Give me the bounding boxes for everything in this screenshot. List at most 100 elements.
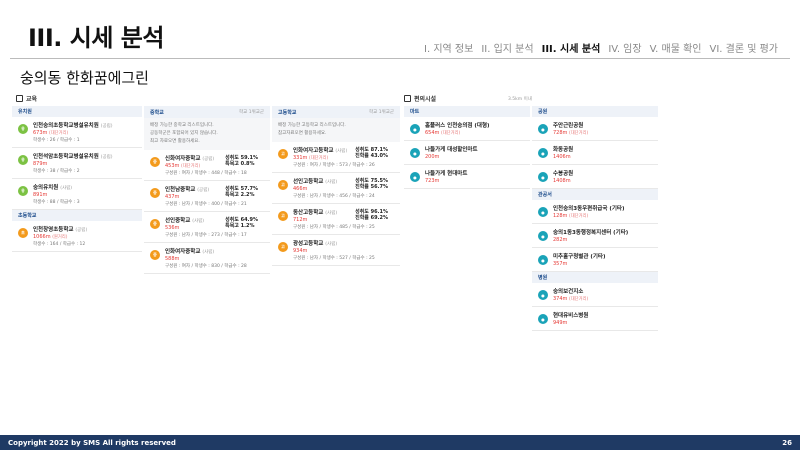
school-item[interactable]: 중 인화여자중학교 (사립) 588m 구성원 : 여자 / 학생수 : 830 /… xyxy=(144,243,270,274)
school-item[interactable]: 중 신화여자중학교 (공립) 453m (대단거리) 구성원 : 여자 / 학생수 :… xyxy=(144,150,270,181)
school-meta: 구성원 : 여자 / 학생수 : 830 / 학급수 : 28 xyxy=(165,264,247,269)
school-distance: 891m xyxy=(33,192,48,198)
school-item[interactable]: 중 선인중학교 (사립) 536m 구성원 : 남자 / 학생수 : 273 / 학… xyxy=(144,212,270,243)
place-name: 주안근린공원 xyxy=(553,123,584,129)
place-distance: 1408m xyxy=(553,178,571,184)
place-item[interactable]: ● 현대유비스병원 949m xyxy=(532,307,658,331)
school-distance: 879m xyxy=(33,161,48,167)
footer-bar: Copyright 2022 by SMS All rights reserve… xyxy=(0,435,800,450)
place-distance: 374m (대단거리) xyxy=(553,296,589,302)
school-item[interactable]: 유 인천석암초등학교병설유치원 (공립) 879m 학생수 : 38 / 학급수 :… xyxy=(12,148,142,179)
nav-item-3-active[interactable]: III. 시세 분석 xyxy=(542,40,601,55)
place-distance: 654m (대단거리) xyxy=(425,130,461,136)
school-badge-icon: 중 xyxy=(150,188,160,198)
nav-item-2[interactable]: II. 입지 분석 xyxy=(481,40,533,55)
section-nav: I. 지역 정보 II. 입지 분석 III. 시세 분석 IV. 임장 V. … xyxy=(424,40,778,55)
school-item[interactable]: 고 동산고등학교 (사립) 712m 구성원 : 남자 / 학생수 : 485 / … xyxy=(272,204,400,235)
place-badge-icon: ● xyxy=(538,148,548,158)
school-meta: 구성원 : 남자 / 학생수 : 400 / 학급수 : 21 xyxy=(165,202,247,207)
place-distance: 357m xyxy=(553,261,568,267)
school-rates: 성취도 64.9% 특목고 1.2% xyxy=(225,217,258,229)
notice-line: 공동학군은 포함되어 있지 않습니다. xyxy=(150,131,218,136)
elementary-label: 초등학교 xyxy=(12,210,142,221)
header-divider xyxy=(10,58,790,59)
nav-item-4[interactable]: IV. 임장 xyxy=(608,40,641,55)
kindergarten-column: 유치원 유 인천숭의초등학교병설유치원 (공립) 673m (대단거리) 학생수 : … xyxy=(12,106,142,252)
school-rates: 성취도 87.1% 진학률 43.0% xyxy=(355,147,388,159)
school-item[interactable]: 초 인천창영초등학교 (공립) 1066m (원거리) 학생수 : 164 / 학급수… xyxy=(12,221,142,252)
amenities-heading-label: 편의시설 xyxy=(414,96,437,103)
education-heading-label: 교육 xyxy=(26,96,38,103)
place-badge-icon: ● xyxy=(538,207,548,217)
school-meta: 학생수 : 88 / 학급수 : 3 xyxy=(33,200,80,205)
school-meta: 구성원 : 여자 / 학생수 : 448 / 학급수 : 18 xyxy=(165,171,247,176)
place-name: 나들가게 현대마트 xyxy=(425,171,468,177)
school-name: 광성고등학교 (사립) xyxy=(293,241,338,247)
place-item[interactable]: ● 홈플러스 인천숭의점 (대형) 654m (대단거리) xyxy=(404,117,530,141)
place-name: 인천숭의3동우편취급국 (기타) xyxy=(553,206,625,212)
school-item[interactable]: 고 광성고등학교 (사립) 934m 구성원 : 남자 / 학생수 : 527 / … xyxy=(272,235,400,266)
mart-column: 마트 ● 홈플러스 인천숭의점 (대형) 654m (대단거리) ● 나들가게 대성할인… xyxy=(404,106,530,189)
place-distance: 728m (대단거리) xyxy=(553,130,589,136)
notice-line: 배정 가능한 고등학교 리스트입니다. xyxy=(278,123,346,128)
page-title: III. 시세 분석 xyxy=(28,24,164,52)
nav-item-6[interactable]: VI. 결론 및 평가 xyxy=(709,40,778,55)
place-distance: 1406m xyxy=(553,154,571,160)
place-item[interactable]: ● 나들가게 현대마트 723m xyxy=(404,165,530,189)
copyright-text: Copyright 2022 by SMS All rights reserve… xyxy=(8,438,176,447)
place-distance: 282m xyxy=(553,237,568,243)
school-badge-icon: 고 xyxy=(278,180,288,190)
place-item[interactable]: ● 인천숭의3동우편취급국 (기타) 128m (대단거리) xyxy=(532,200,658,224)
school-name: 인화여자중학교 (사립) xyxy=(165,249,215,255)
place-badge-icon: ● xyxy=(410,148,420,158)
school-name: 숭의유치원 (사립) xyxy=(33,185,73,191)
notice-line: 배정 가능한 중학교 리스트입니다. xyxy=(150,123,214,128)
place-name: 현대유비스병원 xyxy=(553,313,589,319)
school-rates: 성취도 57.7% 특목고 2.2% xyxy=(225,186,258,198)
school-meta: 구성원 : 남자 / 학생수 : 527 / 학급수 : 25 xyxy=(293,256,375,261)
nav-item-1[interactable]: I. 지역 정보 xyxy=(424,40,473,55)
school-distance: 673m (대단거리) xyxy=(33,130,69,136)
place-badge-icon: ● xyxy=(538,231,548,241)
school-item[interactable]: 고 선인고등학교 (사립) 466m 구성원 : 남자 / 학생수 : 456 / … xyxy=(272,173,400,204)
school-item[interactable]: 중 인천남중학교 (공립) 437m 구성원 : 남자 / 학생수 : 400 / … xyxy=(144,181,270,212)
park-column: 공원 ● 주안근린공원 728m (대단거리) ● 화동공원 1406m ● 수봉공원 140… xyxy=(532,106,658,331)
school-badge-icon: 중 xyxy=(150,250,160,260)
place-name: 미추홀구청별관 (기타) xyxy=(553,254,606,260)
place-name: 홈플러스 인천숭의점 (대형) xyxy=(425,123,490,129)
place-item[interactable]: ● 숭의1동3동행정복지센터 (기타) 282m xyxy=(532,224,658,248)
place-badge-icon: ● xyxy=(538,124,548,134)
school-meta: 학생수 : 38 / 학급수 : 2 xyxy=(33,169,80,174)
school-item[interactable]: 유 숭의유치원 (사립) 891m 학생수 : 88 / 학급수 : 3 xyxy=(12,179,142,210)
home-icon xyxy=(16,95,23,102)
place-item[interactable]: ● 숭의보건지소 374m (대단거리) xyxy=(532,283,658,307)
school-meta: 구성원 : 남자 / 학생수 : 273 / 학급수 : 17 xyxy=(165,233,247,238)
school-badge-icon: 유 xyxy=(18,155,28,165)
school-badge-icon: 유 xyxy=(18,186,28,196)
amenities-heading: 편의시설 xyxy=(404,94,436,103)
middle-school-notice: 배정 가능한 중학교 리스트입니다. 공동학군은 포함되어 있지 않습니다. 최… xyxy=(144,118,270,150)
middle-school-note: 학교 1위교군 xyxy=(239,110,264,115)
place-badge-icon: ● xyxy=(410,124,420,134)
nav-item-5[interactable]: V. 매물 확인 xyxy=(650,40,702,55)
school-rates: 성취도 96.1% 진학률 69.2% xyxy=(355,209,388,221)
place-item[interactable]: ● 주안근린공원 728m (대단거리) xyxy=(532,117,658,141)
high-school-header: 고등학교 학교 1위교군 xyxy=(272,106,400,118)
middle-school-header: 중학교 학교 1위교군 xyxy=(144,106,270,118)
school-distance: 934m xyxy=(293,248,308,254)
place-distance: 128m (대단거리) xyxy=(553,213,589,219)
school-meta: 구성원 : 남자 / 학생수 : 485 / 학급수 : 25 xyxy=(293,225,375,230)
page-number: 26 xyxy=(782,438,792,447)
school-meta: 학생수 : 26 / 학급수 : 1 xyxy=(33,138,80,143)
school-item[interactable]: 고 인화여자고등학교 (사립) 331m (대단거리) 구성원 : 여자 / 학생수 … xyxy=(272,142,400,173)
place-item[interactable]: ● 수봉공원 1408m xyxy=(532,165,658,189)
property-name: 숭의동 한화꿈에그린 xyxy=(20,69,149,87)
school-badge-icon: 중 xyxy=(150,219,160,229)
place-item[interactable]: ● 미추홀구청별관 (기타) 357m xyxy=(532,248,658,272)
place-item[interactable]: ● 화동공원 1406m xyxy=(532,141,658,165)
place-distance: 200m xyxy=(425,154,440,160)
school-name: 인천숭의초등학교병설유치원 (공립) xyxy=(33,123,113,129)
school-distance: 588m xyxy=(165,256,180,262)
place-item[interactable]: ● 나들가게 대성할인마트 200m xyxy=(404,141,530,165)
school-item[interactable]: 유 인천숭의초등학교병설유치원 (공립) 673m (대단거리) 학생수 : 26 /… xyxy=(12,117,142,148)
